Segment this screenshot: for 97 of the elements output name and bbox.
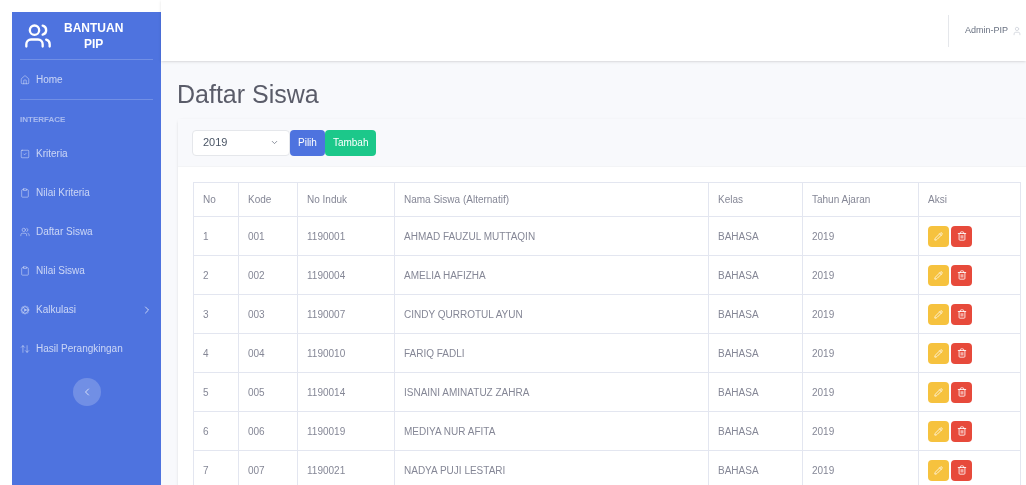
- delete-button[interactable]: [951, 225, 972, 247]
- trash-icon: [956, 270, 967, 280]
- delete-button[interactable]: [951, 420, 972, 442]
- table-cell: 2019: [802, 294, 919, 334]
- table-cell: 1190004: [297, 255, 395, 295]
- sidebar-item[interactable]: Kalkulasi: [20, 290, 153, 329]
- table-cell: 003: [238, 294, 298, 334]
- table-cell: 4: [193, 333, 239, 373]
- choose-button[interactable]: Pilih: [290, 129, 325, 156]
- column-header: Nama Siswa (Alternatif): [394, 182, 709, 217]
- table-cell: BAHASA: [708, 411, 803, 451]
- table-cell: 2019: [802, 333, 919, 373]
- users-icon: [20, 226, 30, 237]
- table-cell: 002: [238, 255, 298, 295]
- trash-icon: [956, 387, 967, 397]
- delete-button[interactable]: [951, 264, 972, 286]
- pencil-icon: [934, 309, 943, 319]
- pencil-icon: [934, 387, 943, 397]
- table-cell: 004: [238, 333, 298, 373]
- edit-button[interactable]: [928, 420, 949, 442]
- delete-button[interactable]: [951, 342, 972, 364]
- checkbox-icon: [20, 148, 30, 159]
- pencil-icon: [934, 231, 943, 241]
- column-header: Tahun Ajaran: [802, 182, 919, 217]
- edit-button[interactable]: [928, 225, 949, 247]
- clipboard-icon: [20, 187, 30, 198]
- sidebar-item[interactable]: Home: [20, 60, 153, 99]
- table-cell: 2019: [802, 411, 919, 451]
- sidebar-item[interactable]: Daftar Siswa: [20, 212, 153, 251]
- page-title: Daftar Siswa: [177, 79, 320, 110]
- gear-icon: [20, 304, 30, 315]
- table-cell: AHMAD FAUZUL MUTTAQIN: [394, 216, 709, 256]
- table-cell: 2019: [802, 216, 919, 256]
- collapse-button[interactable]: [72, 378, 101, 406]
- add-button[interactable]: Tambah: [324, 129, 377, 156]
- edit-button[interactable]: [928, 303, 949, 325]
- delete-button[interactable]: [951, 381, 972, 403]
- pencil-icon: [934, 348, 943, 358]
- table-cell: 1190001: [297, 216, 395, 256]
- pencil-icon: [934, 270, 943, 280]
- table-cell: BAHASA: [708, 372, 803, 412]
- users-icon: [24, 21, 52, 50]
- column-header: Aksi: [918, 182, 1021, 217]
- column-header: Kode: [238, 182, 298, 217]
- column-header: No Induk: [297, 182, 395, 217]
- column-header: No: [193, 182, 239, 217]
- column-header: Kelas: [708, 182, 803, 217]
- edit-button[interactable]: [928, 342, 949, 364]
- table-cell: 001: [238, 216, 298, 256]
- table-cell: BAHASA: [708, 255, 803, 295]
- sidebar-item[interactable]: Nilai Kriteria: [20, 173, 153, 212]
- year-select[interactable]: 2019: [192, 129, 290, 156]
- delete-button[interactable]: [951, 303, 972, 325]
- user-name[interactable]: Admin-PIP: [965, 23, 1008, 38]
- table-cell: AMELIA HAFIZHA: [394, 255, 709, 295]
- table-cell: MEDIYA NUR AFITA: [394, 411, 709, 451]
- table-cell: BAHASA: [708, 294, 803, 334]
- sort-icon: [20, 343, 30, 354]
- trash-icon: [956, 426, 967, 436]
- trash-icon: [956, 465, 967, 475]
- table-cell: 1190014: [297, 372, 395, 412]
- edit-button[interactable]: [928, 381, 949, 403]
- table-cell: BAHASA: [708, 216, 803, 256]
- table-cell: BAHASA: [708, 333, 803, 373]
- table-cell: 2: [193, 255, 239, 295]
- table-cell: 3: [193, 294, 239, 334]
- table-cell: FARIQ FADLI: [394, 333, 709, 373]
- sidebar-heading: INTERFACE: [20, 99, 153, 134]
- sidebar-item[interactable]: Nilai Siswa: [20, 251, 153, 290]
- table-cell: ISNAINI AMINATUZ ZAHRA: [394, 372, 709, 412]
- trash-icon: [956, 309, 967, 319]
- sidebar-item[interactable]: Hasil Perangkingan: [20, 329, 153, 368]
- table-cell: 6: [193, 411, 239, 451]
- table-cell: 7: [193, 450, 239, 485]
- home-icon: [20, 74, 30, 85]
- table-cell: 2019: [802, 255, 919, 295]
- edit-button[interactable]: [928, 459, 949, 481]
- user-icon[interactable]: [1012, 25, 1022, 36]
- table-cell: 1190007: [297, 294, 395, 334]
- sidebar-item[interactable]: Kriteria: [20, 134, 153, 173]
- caret-icon: [270, 138, 279, 147]
- table-cell: 2019: [802, 372, 919, 412]
- table-cell: 1: [193, 216, 239, 256]
- brand-name: BANTUAN PIP: [64, 19, 124, 52]
- pencil-icon: [934, 465, 943, 475]
- trash-icon: [956, 231, 967, 241]
- table-cell: 1190010: [297, 333, 395, 373]
- clipboard-icon: [20, 265, 30, 276]
- delete-button[interactable]: [951, 459, 972, 481]
- pencil-icon: [934, 426, 943, 436]
- table-cell: 005: [238, 372, 298, 412]
- table-cell: 1190019: [297, 411, 395, 451]
- trash-icon: [956, 348, 967, 358]
- table-cell: 5: [193, 372, 239, 412]
- edit-button[interactable]: [928, 264, 949, 286]
- table-cell: CINDY QURROTUL AYUN: [394, 294, 709, 334]
- table-cell: 006: [238, 411, 298, 451]
